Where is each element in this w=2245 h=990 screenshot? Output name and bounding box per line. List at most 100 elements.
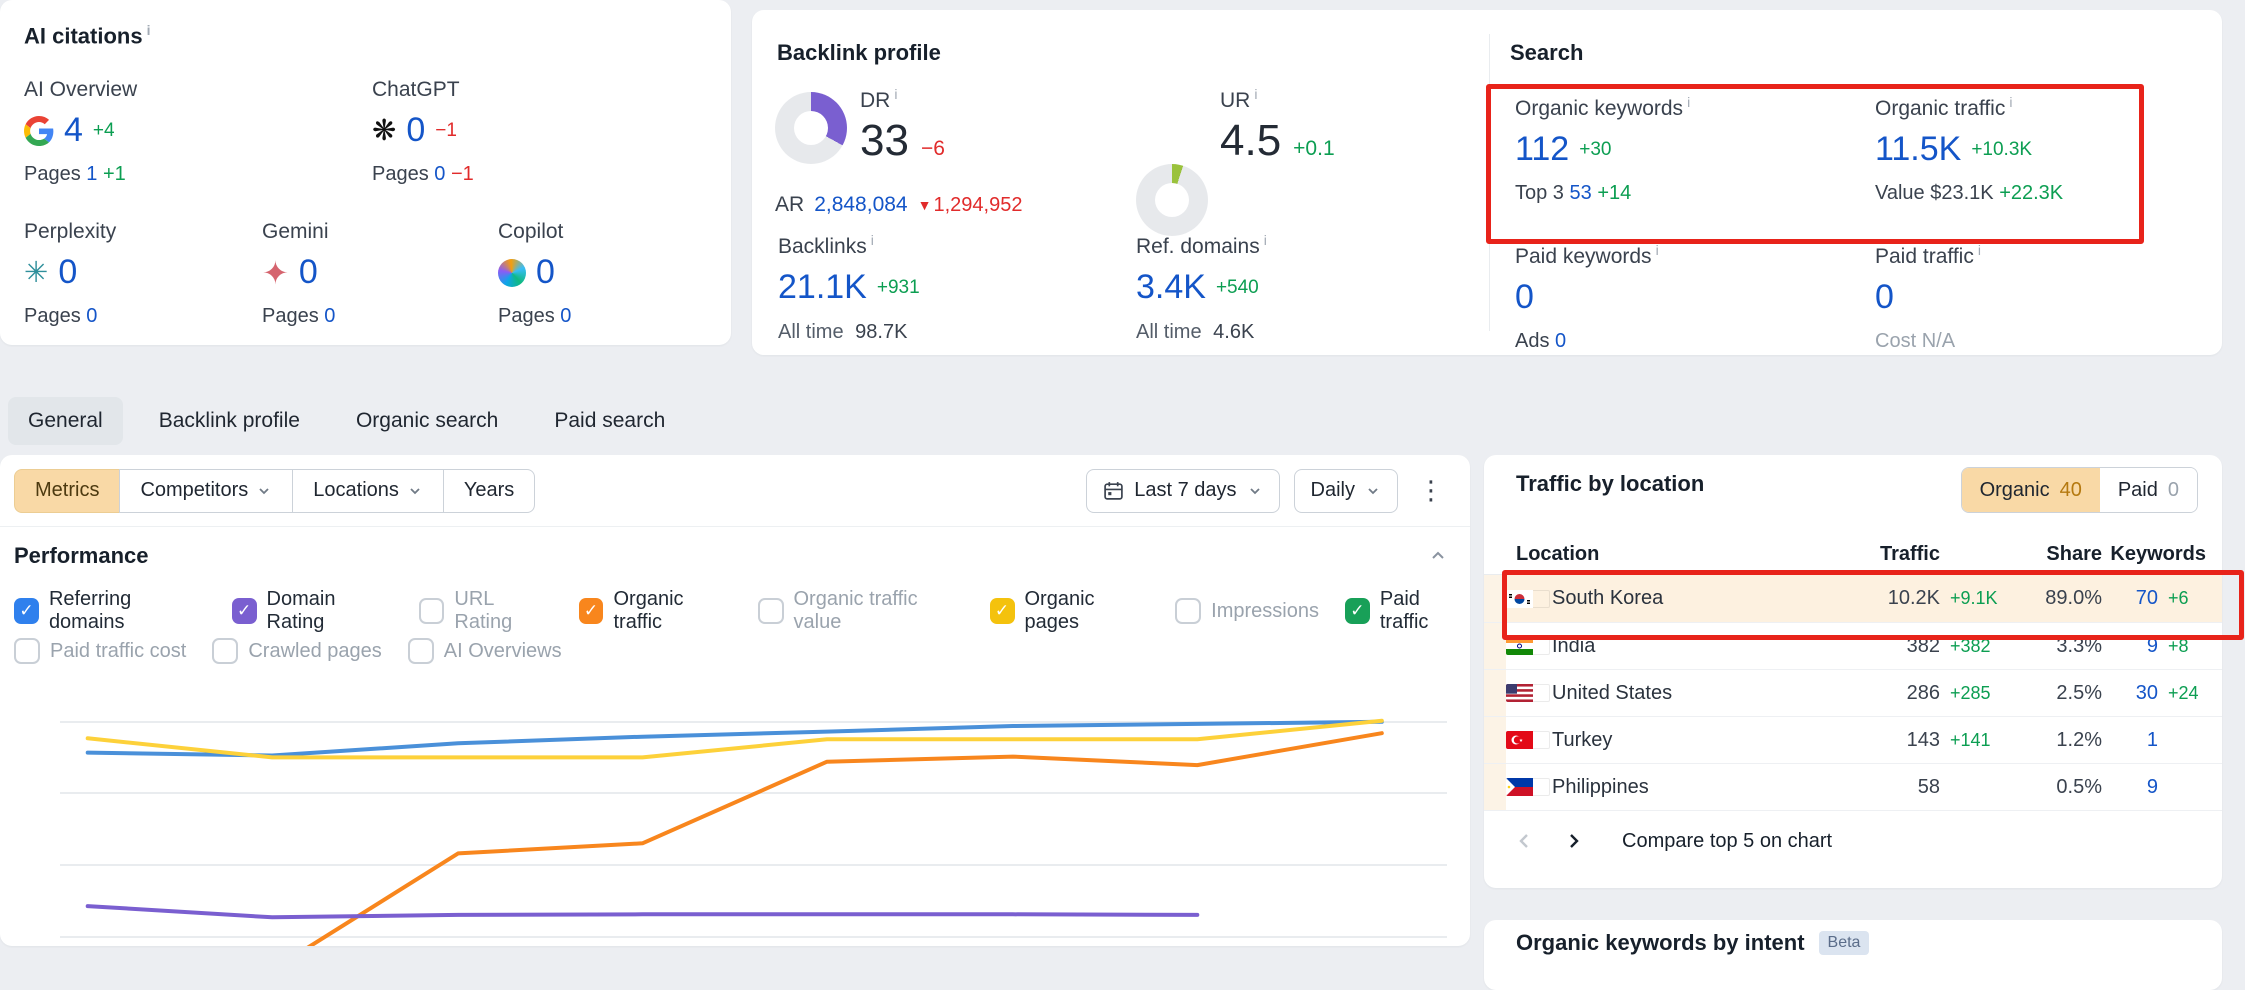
performance-header: Performance [14,543,1448,569]
col-share[interactable]: Share [2006,543,2102,566]
row-strip [1484,623,1506,669]
location-table-body: South Korea 10.2K +9.1K 89.0% 70 +6 Indi… [1484,575,2222,811]
organic-keywords-sub: Top 3 53 +14 [1515,182,1690,205]
perplexity-label: Perplexity [24,220,254,244]
info-icon[interactable]: i [147,22,151,38]
metric-organic-traffic-value[interactable]: Organic traffic value [758,588,963,634]
info-icon[interactable]: i [894,86,897,102]
down-triangle-icon: ▼ [918,197,932,213]
metrics-button[interactable]: Metrics [14,469,120,513]
ai-citations-grid: AI Overview 4 +4 Pages 1 +1 ChatGPT ❋ 0 … [24,64,719,345]
gemini-value[interactable]: 0 [299,253,318,292]
tab-general[interactable]: General [8,397,123,445]
info-icon[interactable]: i [1264,232,1267,248]
checkbox-icon [408,638,434,664]
metric-organic-traffic[interactable]: Organic traffic [579,588,733,634]
locations-button[interactable]: Locations [292,469,444,513]
performance-card: Metrics Competitors Locations Years [0,455,1470,946]
metric-ai-overviews[interactable]: AI Overviews [408,638,562,664]
performance-chart [0,665,1470,946]
chatgpt-value[interactable]: 0 [406,111,425,150]
date-range-button[interactable]: Last 7 days [1086,469,1279,513]
years-button[interactable]: Years [443,469,535,513]
tab-backlink-profile[interactable]: Backlink profile [139,397,320,445]
chart-line-domain-rating [88,906,1198,917]
info-icon[interactable]: i [1656,242,1659,258]
paid-traffic-value[interactable]: 0 [1875,278,1894,317]
info-icon[interactable]: i [1978,242,1981,258]
toggle-paid[interactable]: Paid 0 [2100,468,2197,512]
checkbox-icon [1345,598,1370,624]
ai-overview-label: AI Overview [24,78,254,102]
tab-organic-search[interactable]: Organic search [336,397,518,445]
organic-keywords-value[interactable]: 112 [1515,130,1569,169]
checkbox-icon [232,598,257,624]
ar-value[interactable]: 2,848,084 [814,193,907,217]
ur-block: URi 4.5 +0.1 [1220,86,1335,163]
granularity-button[interactable]: Daily [1294,469,1398,513]
ref-domains-value[interactable]: 3.4K [1136,268,1206,307]
search-title: Search [1510,40,1583,66]
table-row-united-states[interactable]: United States 286 +285 2.5% 30 +24 [1484,670,2222,717]
metric-organic-pages[interactable]: Organic pages [990,588,1150,634]
prev-page-icon[interactable] [1516,832,1534,850]
paid-keywords-sub: Ads 0 [1515,330,1659,353]
info-icon[interactable]: i [871,232,874,248]
dr-delta: −6 [921,137,945,161]
table-row-india[interactable]: India 382 +382 3.3% 9 +8 [1484,623,2222,670]
collapse-chevron-icon[interactable] [1428,546,1448,566]
date-controls: Last 7 days Daily ⋮ [1086,469,1450,513]
metric-impressions[interactable]: Impressions [1175,598,1319,624]
info-icon[interactable]: i [1254,86,1257,102]
gemini-label: Gemini [262,220,492,244]
table-row-turkey[interactable]: Turkey 143 +141 1.2% 1 [1484,717,2222,764]
compare-top5-link[interactable]: Compare top 5 on chart [1622,830,1832,853]
copilot-icon [498,259,526,287]
metric-checkbox-row-2: Paid traffic cost Crawled pages AI Overv… [14,638,562,664]
tab-paid-search[interactable]: Paid search [534,397,685,445]
ai-overview-delta: +4 [93,120,115,142]
toggle-organic[interactable]: Organic 40 [1962,468,2100,512]
metric-paid-traffic-cost[interactable]: Paid traffic cost [14,638,186,664]
keywords-by-intent-title: Organic keywords by intent [1516,930,1805,956]
dr-block: DRi 33 −6 [860,86,945,163]
gemini-icon: ✦ [262,258,289,288]
metric-url-rating[interactable]: URL Rating [419,588,552,634]
col-location[interactable]: Location [1516,543,1830,566]
organic-traffic-value[interactable]: 11.5K [1875,130,1961,169]
info-icon[interactable]: i [1687,94,1690,110]
ai-overview-block: AI Overview 4 +4 Pages 1 +1 [24,78,254,186]
perplexity-value[interactable]: 0 [58,253,77,292]
copilot-label: Copilot [498,220,728,244]
competitors-button[interactable]: Competitors [119,469,293,513]
paid-keywords-value[interactable]: 0 [1515,278,1534,317]
col-keywords[interactable]: Keywords [2102,543,2206,566]
checkbox-icon [419,598,444,624]
col-traffic[interactable]: Traffic [1830,543,1940,566]
backlinks-value[interactable]: 21.1K [778,268,867,307]
chevron-down-icon [1365,483,1381,499]
copilot-value[interactable]: 0 [536,253,555,292]
chart-config-group: Metrics Competitors Locations Years [14,469,535,513]
dr-value: 33 [860,119,909,163]
backlinks-delta: +931 [877,277,920,299]
kebab-menu-icon[interactable]: ⋮ [1412,475,1450,506]
checkbox-icon [990,598,1015,624]
chatgpt-icon: ❋ [372,116,396,146]
metric-paid-traffic[interactable]: Paid traffic [1345,588,1470,634]
metric-referring-domains[interactable]: Referring domains [14,588,206,634]
metric-crawled-pages[interactable]: Crawled pages [212,638,381,664]
checkbox-icon [1175,598,1201,624]
ai-overview-value[interactable]: 4 [64,111,83,150]
ar-delta: 1,294,952 [933,194,1022,217]
info-icon[interactable]: i [2009,94,2012,110]
metric-domain-rating[interactable]: Domain Rating [232,588,394,634]
checkbox-icon [212,638,238,664]
row-strip [1484,575,1506,622]
flag-philippines-icon [1506,778,1550,796]
gemini-pages: Pages 0 [262,305,492,328]
chatgpt-delta: −1 [435,120,457,142]
next-page-icon[interactable] [1564,832,1582,850]
table-row-philippines[interactable]: Philippines 58 0.5% 9 [1484,764,2222,811]
table-row-south-korea[interactable]: South Korea 10.2K +9.1K 89.0% 70 +6 [1484,575,2222,623]
